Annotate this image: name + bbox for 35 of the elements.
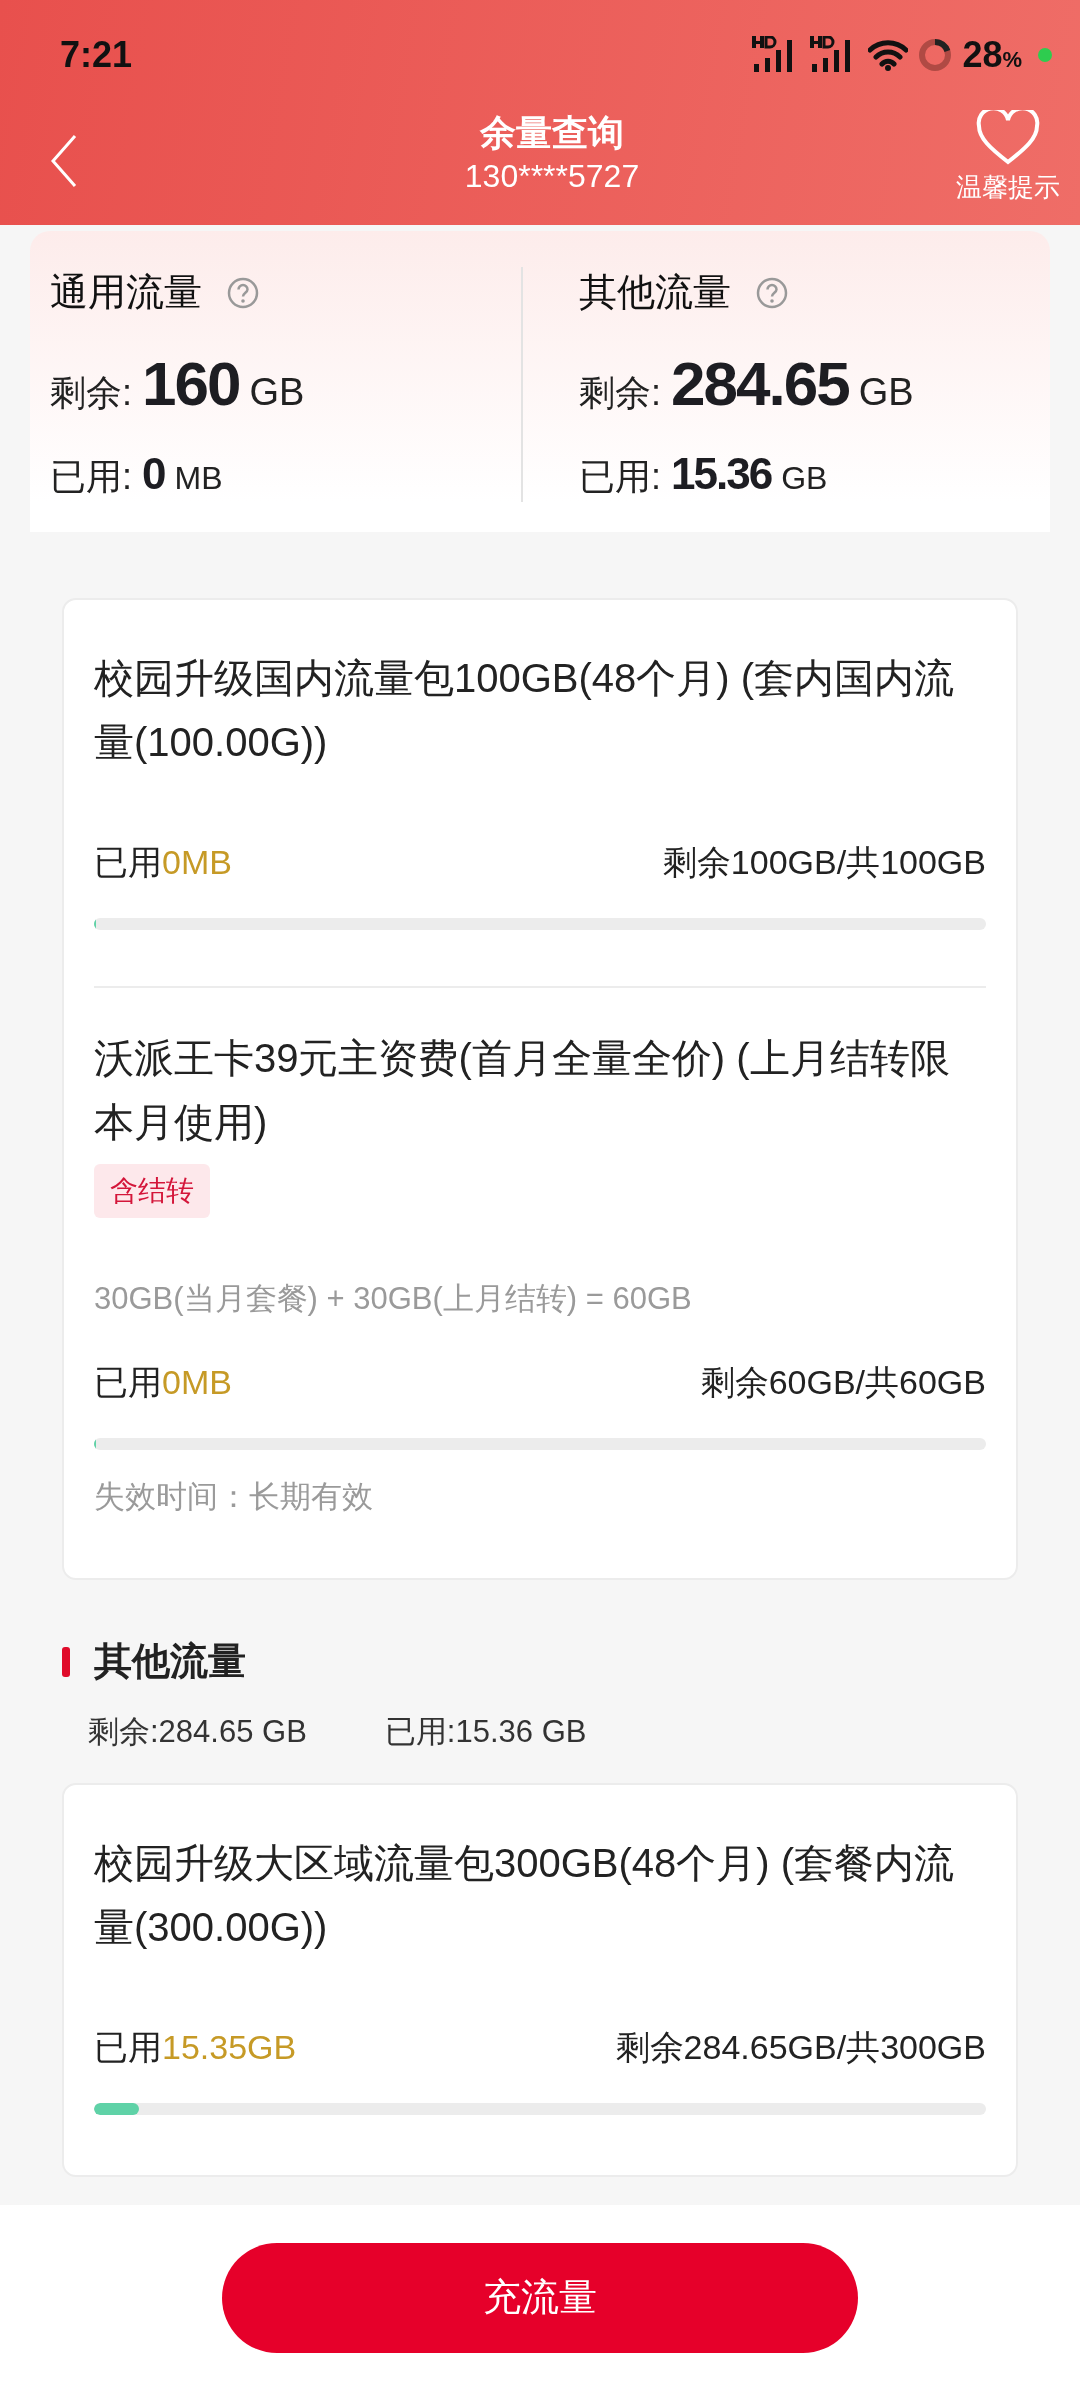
balance-text: 剩余284.65GB/共300GB — [615, 2027, 986, 2068]
section-marker — [62, 1646, 70, 1677]
charging-dot — [1038, 48, 1052, 62]
used-text: 已用0MB — [94, 842, 232, 883]
used-total: 已用:15.36 GB — [384, 1713, 587, 1751]
top-up-button[interactable]: 充流量 — [222, 2242, 858, 2353]
heart-icon — [976, 110, 1040, 166]
phone-number: 130****5727 — [464, 157, 640, 196]
balance-text: 剩余60GB/共60GB — [700, 1362, 986, 1403]
rollover-tag: 含结转 — [94, 1164, 210, 1218]
wifi-icon — [868, 39, 909, 71]
tips-button[interactable]: 温馨提示 — [956, 110, 1060, 205]
used-value: 已用: 0 MB — [50, 449, 224, 500]
summary-title: 通用流量 — [50, 270, 202, 315]
remaining-value: 剩余: 284.65 GB — [579, 348, 915, 419]
used-text: 已用15.35GB — [94, 2027, 297, 2068]
chevron-left-icon — [50, 134, 78, 188]
used-text: 已用0MB — [94, 1362, 232, 1403]
formula-text: 30GB(当月套餐) + 30GB(上月结转) = 60GB — [94, 1280, 693, 1318]
status-time: 7:21 — [60, 34, 133, 76]
battery-ring-icon — [918, 38, 953, 72]
package-name: 校园升级大区域流量包300GB(48个月) (套餐内流量(300.00G)) — [94, 1840, 956, 1951]
remaining-value: 剩余: 160 GB — [50, 348, 306, 419]
package-name: 校园升级国内流量包100GB(48个月) (套内国内流量(100.00G)) — [94, 655, 956, 766]
expiry-text: 失效时间：长期有效 — [94, 1478, 374, 1516]
section-title: 其他流量 — [94, 1639, 246, 1684]
help-icon[interactable] — [755, 275, 789, 310]
battery-percent: 28% — [962, 34, 1023, 76]
balance-text: 剩余100GB/共100GB — [662, 842, 986, 883]
remaining-total: 剩余:284.65 GB — [88, 1713, 307, 1751]
help-icon[interactable] — [226, 275, 260, 310]
used-value: 已用: 15.36 GB — [579, 449, 829, 500]
summary-title: 其他流量 — [579, 270, 731, 315]
page-title: 余量查询 — [480, 111, 624, 155]
package-name: 沃派王卡39元主资费(首月全量全价) (上月结转限本月使用) — [94, 1035, 951, 1146]
